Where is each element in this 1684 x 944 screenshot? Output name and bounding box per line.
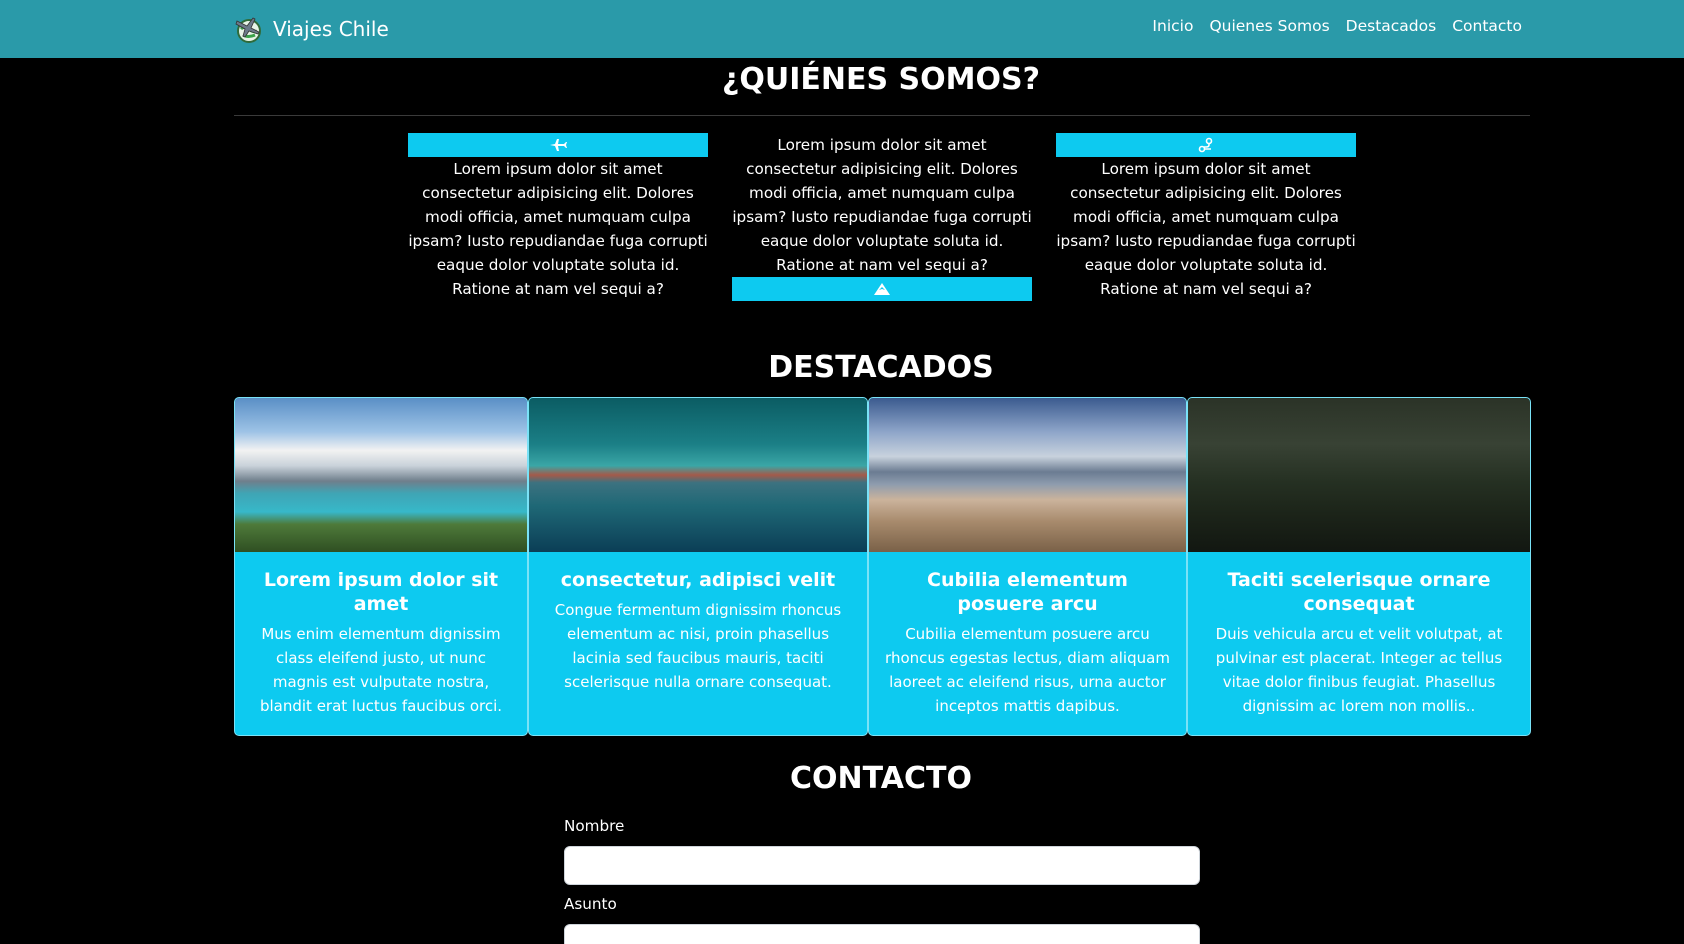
card-text: Cubilia elementum posuere arcu rhoncus e… bbox=[885, 625, 1170, 715]
card-text: Mus enim elementum dignissim class eleif… bbox=[259, 625, 503, 715]
card-3[interactable]: Cubilia elementum posuere arcu Cubilia e… bbox=[868, 397, 1187, 736]
card-2[interactable]: consectetur, adipisci velit Congue ferme… bbox=[528, 397, 868, 736]
section-divider bbox=[234, 115, 1530, 116]
brand-link[interactable]: Viajes Chile bbox=[233, 12, 389, 46]
card-body: consectetur, adipisci velit Congue ferme… bbox=[529, 552, 867, 710]
nombre-label: Nombre bbox=[564, 817, 625, 835]
quienes-text-2: Lorem ipsum dolor sit amet consectetur a… bbox=[732, 136, 1032, 274]
nombre-input[interactable] bbox=[564, 846, 1200, 885]
card-image-forest bbox=[1188, 398, 1530, 552]
quienes-text-3: Lorem ipsum dolor sit amet consectetur a… bbox=[1056, 160, 1356, 298]
route-icon-bar bbox=[1056, 133, 1356, 157]
card-image-volcano-lake bbox=[529, 398, 867, 552]
card-1[interactable]: Lorem ipsum dolor sit amet Mus enim elem… bbox=[234, 397, 528, 736]
quienes-column-3: Lorem ipsum dolor sit amet consectetur a… bbox=[1056, 133, 1356, 301]
card-title: consectetur, adipisci velit bbox=[560, 569, 836, 591]
quienes-somos-title: ¿QUIÉNES SOMOS? bbox=[721, 62, 1041, 97]
card-body: Cubilia elementum posuere arcu Cubilia e… bbox=[869, 552, 1186, 734]
card-body: Lorem ipsum dolor sit amet Mus enim elem… bbox=[235, 552, 527, 734]
destacados-cards: Lorem ipsum dolor sit amet Mus enim elem… bbox=[234, 397, 1531, 736]
brand-name: Viajes Chile bbox=[273, 17, 389, 41]
quienes-column-1: Lorem ipsum dolor sit amet consectetur a… bbox=[408, 133, 708, 301]
destacados-title: DESTACADOS bbox=[768, 350, 994, 385]
card-title: Cubilia elementum posuere arcu bbox=[927, 569, 1128, 615]
nav-link-inicio[interactable]: Inicio bbox=[1152, 17, 1193, 35]
card-image-salt-flat bbox=[869, 398, 1186, 552]
quienes-text-1: Lorem ipsum dolor sit amet consectetur a… bbox=[408, 160, 708, 298]
asunto-input[interactable] bbox=[564, 924, 1200, 944]
card-text: Duis vehicula arcu et velit volutpat, at… bbox=[1215, 625, 1503, 715]
nav-link-contacto[interactable]: Contacto bbox=[1452, 17, 1522, 35]
plane-icon bbox=[550, 139, 567, 151]
nav-link-quienes-somos[interactable]: Quienes Somos bbox=[1209, 17, 1329, 35]
card-4[interactable]: Taciti scelerisque ornare consequat Duis… bbox=[1187, 397, 1531, 736]
nav-links: Inicio Quienes Somos Destacados Contacto bbox=[1152, 17, 1522, 35]
card-text: Congue fermentum dignissim rhoncus eleme… bbox=[554, 601, 842, 691]
globe-plane-logo-icon bbox=[235, 17, 261, 43]
contacto-title: CONTACTO bbox=[790, 761, 972, 796]
quienes-column-2: Lorem ipsum dolor sit amet consectetur a… bbox=[732, 133, 1032, 301]
mountain-icon bbox=[874, 283, 890, 295]
card-image-torres-del-paine bbox=[235, 398, 527, 552]
card-title: Taciti scelerisque ornare consequat bbox=[1227, 569, 1491, 615]
asunto-label: Asunto bbox=[564, 895, 617, 913]
nav-link-destacados[interactable]: Destacados bbox=[1346, 17, 1437, 35]
mountain-icon-bar bbox=[732, 277, 1032, 301]
card-body: Taciti scelerisque ornare consequat Duis… bbox=[1188, 552, 1530, 734]
plane-icon-bar bbox=[408, 133, 708, 157]
route-icon bbox=[1198, 137, 1213, 153]
card-title: Lorem ipsum dolor sit amet bbox=[263, 569, 499, 615]
navbar: Viajes Chile Inicio Quienes Somos Destac… bbox=[0, 0, 1684, 58]
